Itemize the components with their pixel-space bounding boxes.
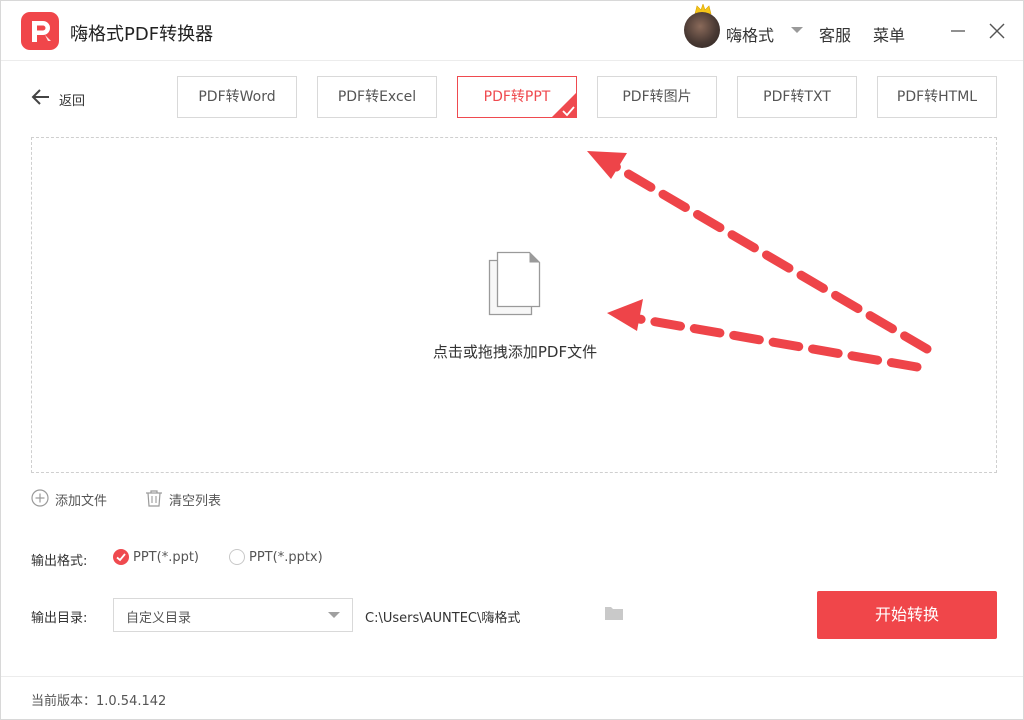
- checkmark-icon: [551, 92, 577, 118]
- logo-icon: [21, 12, 59, 50]
- menu-link[interactable]: 菜单: [873, 22, 905, 46]
- tab-pdf-to-ppt[interactable]: PDF转PPT: [457, 76, 577, 118]
- document-icon: [488, 251, 541, 316]
- radio-pptx-label: PPT(*.pptx): [249, 550, 323, 565]
- output-dir-label: 输出目录:: [31, 611, 88, 626]
- arrow-left-icon: [31, 89, 49, 105]
- tab-label: PDF转PPT: [483, 89, 551, 105]
- radio-checked-icon: [113, 549, 129, 565]
- chevron-down-icon: [328, 612, 340, 618]
- plus-circle-icon: [31, 489, 49, 507]
- radio-ppt-label: PPT(*.ppt): [133, 550, 199, 565]
- clear-list-label: 清空列表: [169, 494, 222, 509]
- username[interactable]: 嗨格式: [726, 22, 774, 46]
- status-bar: 当前版本：1.0.54.142: [1, 676, 1023, 719]
- app-title: 嗨格式PDF转换器: [70, 24, 214, 45]
- tab-pdf-to-excel[interactable]: PDF转Excel: [317, 76, 437, 118]
- chevron-down-icon[interactable]: [791, 27, 803, 34]
- tab-pdf-to-image[interactable]: PDF转图片: [597, 76, 717, 118]
- minimize-icon[interactable]: [949, 21, 967, 41]
- avatar[interactable]: [684, 12, 720, 48]
- output-dir-select[interactable]: 自定义目录: [113, 598, 353, 632]
- trash-icon: [146, 490, 162, 507]
- add-file-label: 添加文件: [55, 494, 108, 509]
- close-icon[interactable]: [987, 21, 1007, 41]
- title-bar: 嗨格式PDF转换器 嗨格式 客服 菜单: [1, 1, 1023, 61]
- output-dir-path: C:\Users\AUNTEC\嗨格式: [365, 611, 521, 626]
- back-label: 返回: [59, 94, 86, 109]
- tab-pdf-to-word[interactable]: PDF转Word: [177, 76, 297, 118]
- radio-unchecked-icon: [229, 549, 245, 565]
- folder-icon[interactable]: [604, 605, 624, 621]
- output-format-label: 输出格式:: [31, 554, 88, 569]
- start-convert-button[interactable]: 开始转换: [817, 591, 997, 639]
- customer-service-link[interactable]: 客服: [819, 22, 851, 46]
- tab-pdf-to-html[interactable]: PDF转HTML: [877, 76, 997, 118]
- version-text: 当前版本：1.0.54.142: [31, 694, 167, 709]
- file-drop-zone[interactable]: 点击或拖拽添加PDF文件: [31, 137, 997, 473]
- tab-pdf-to-txt[interactable]: PDF转TXT: [737, 76, 857, 118]
- app-window: 嗨格式PDF转换器 嗨格式 客服 菜单 返回 PDF转Word PDF转Exce…: [0, 0, 1024, 720]
- output-dir-value: 自定义目录: [126, 611, 192, 626]
- drop-prompt: 点击或拖拽添加PDF文件: [432, 343, 598, 361]
